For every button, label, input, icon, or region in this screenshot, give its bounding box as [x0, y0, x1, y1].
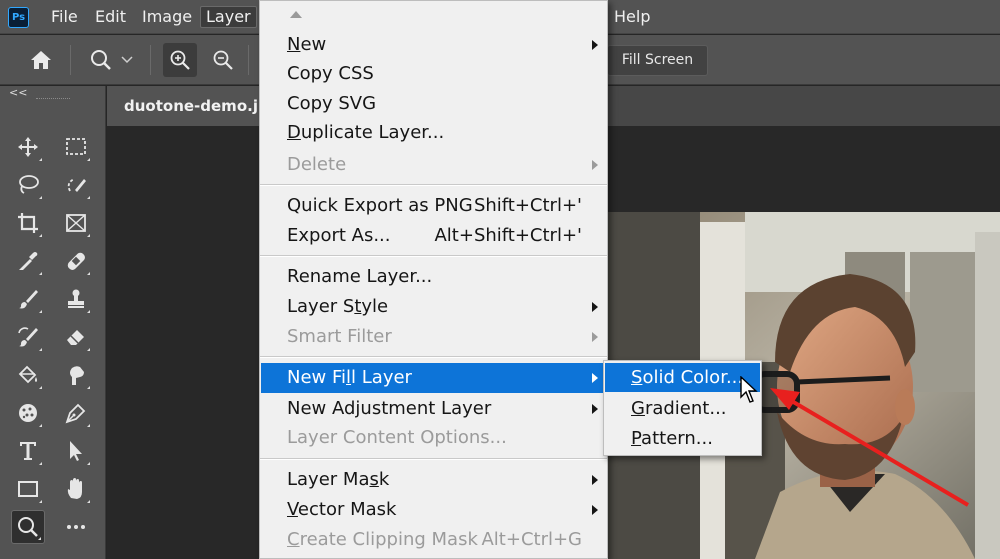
- menu-item-layer-mask[interactable]: Layer Mask: [261, 465, 607, 495]
- menu-item-new-adjustment-layer[interactable]: New Adjustment Layer: [261, 394, 607, 424]
- menu-item-label: Quick Export as PNG: [287, 195, 473, 216]
- menu-item-label: Vector Mask: [287, 499, 397, 520]
- chevron-down-icon[interactable]: [116, 43, 138, 77]
- move-tool-icon[interactable]: [11, 130, 45, 164]
- menu-item-layer-style[interactable]: Layer Style: [261, 292, 607, 322]
- menu-item-label: Layer Mask: [287, 469, 390, 490]
- shortcut-label: Alt+Shift+Ctrl+': [434, 225, 582, 246]
- submenu-item-solid-color[interactable]: Solid Color...: [605, 363, 760, 392]
- zoom-in-icon[interactable]: [163, 43, 197, 77]
- menu-item-label: Delete: [287, 154, 347, 175]
- tools-panel: <<: [0, 86, 106, 559]
- scroll-up-icon[interactable]: [290, 11, 302, 18]
- menu-item-new-fill-layer[interactable]: New Fill Layer: [261, 363, 607, 393]
- submenu-arrow-icon: [592, 160, 598, 170]
- submenu-item-pattern[interactable]: Pattern...: [605, 424, 760, 453]
- object-select-tool-icon[interactable]: [59, 168, 93, 202]
- home-icon[interactable]: [24, 43, 58, 77]
- smudge-tool-icon[interactable]: [59, 358, 93, 392]
- submenu-arrow-icon: [592, 40, 598, 50]
- menu-image[interactable]: Image: [137, 6, 197, 28]
- more-tools-icon[interactable]: [59, 510, 93, 544]
- zoom-tool-icon[interactable]: [11, 510, 45, 544]
- menu-item-duplicate-layer[interactable]: Duplicate Layer...: [261, 118, 607, 148]
- eraser-tool-icon[interactable]: [59, 320, 93, 354]
- menu-item-new[interactable]: New: [261, 30, 607, 60]
- new-fill-layer-submenu: Solid Color... Gradient... Pattern...: [603, 360, 762, 456]
- type-tool-icon[interactable]: [11, 434, 45, 468]
- rectangle-tool-icon[interactable]: [11, 472, 45, 506]
- menu-file[interactable]: File: [46, 6, 83, 28]
- menu-item-label: Export As...: [287, 225, 391, 246]
- history-brush-tool-icon[interactable]: [11, 320, 45, 354]
- layer-menu-dropdown: New Copy CSS Copy SVG Duplicate Layer...…: [259, 0, 608, 559]
- hand-tool-icon[interactable]: [59, 472, 93, 506]
- mouse-cursor-icon: [740, 376, 758, 403]
- clone-stamp-tool-icon[interactable]: [59, 282, 93, 316]
- zoom-out-icon[interactable]: [206, 43, 240, 77]
- menu-item-smart-filter[interactable]: Smart Filter: [261, 322, 607, 352]
- submenu-arrow-icon: [592, 404, 598, 414]
- photoshop-window: Ps File Edit Image Layer Help Fill Scree…: [0, 0, 1000, 559]
- menu-item-rename-layer[interactable]: Rename Layer...: [261, 262, 607, 292]
- submenu-arrow-icon: [592, 475, 598, 485]
- menu-item-copy-svg[interactable]: Copy SVG: [261, 89, 607, 119]
- menu-item-label: Duplicate Layer...: [287, 122, 445, 143]
- brush-tool-icon[interactable]: [11, 282, 45, 316]
- panel-grip[interactable]: [36, 98, 70, 100]
- menu-item-copy-css[interactable]: Copy CSS: [261, 59, 607, 89]
- collapse-panel-button[interactable]: <<: [9, 86, 27, 99]
- healing-brush-tool-icon[interactable]: [59, 244, 93, 278]
- menu-item-label: New: [287, 34, 327, 55]
- menu-edit[interactable]: Edit: [90, 6, 131, 28]
- document-tab[interactable]: duotone-demo.jpg: [107, 86, 262, 126]
- menu-separator: [260, 356, 607, 358]
- submenu-arrow-icon: [592, 332, 598, 342]
- menu-help[interactable]: Help: [609, 6, 655, 28]
- photoshop-logo: Ps: [8, 7, 29, 28]
- menu-item-label: Rename Layer...: [287, 266, 433, 287]
- sponge-tool-icon[interactable]: [11, 396, 45, 430]
- menu-item-layer-content-options[interactable]: Layer Content Options...: [261, 423, 607, 453]
- menu-item-label: New Fill Layer: [287, 367, 412, 388]
- fill-screen-button[interactable]: Fill Screen: [607, 45, 708, 76]
- menu-item-label: New Adjustment Layer: [287, 398, 492, 419]
- submenu-arrow-icon: [592, 505, 598, 515]
- menu-item-label: Copy CSS: [287, 63, 374, 84]
- menu-separator: [260, 458, 607, 460]
- frame-tool-icon[interactable]: [59, 206, 93, 240]
- menu-layer[interactable]: Layer: [200, 6, 257, 28]
- menu-item-label: Layer Style: [287, 296, 389, 317]
- menu-item-delete[interactable]: Delete: [261, 150, 607, 180]
- menu-separator: [260, 184, 607, 186]
- marquee-tool-icon[interactable]: [59, 130, 93, 164]
- paint-bucket-tool-icon[interactable]: [11, 358, 45, 392]
- zoom-icon[interactable]: [84, 43, 118, 77]
- menu-item-create-clipping-mask[interactable]: Create Clipping Mask Alt+Ctrl+G: [261, 525, 607, 555]
- pen-tool-icon[interactable]: [59, 396, 93, 430]
- eyedropper-tool-icon[interactable]: [11, 244, 45, 278]
- menu-item-vector-mask[interactable]: Vector Mask: [261, 495, 607, 525]
- menu-item-label: Layer Content Options...: [287, 427, 507, 448]
- menu-item-export-as[interactable]: Export As... Alt+Shift+Ctrl+': [261, 221, 607, 251]
- submenu-arrow-icon: [592, 302, 598, 312]
- menu-separator: [260, 255, 607, 257]
- lasso-tool-icon[interactable]: [11, 168, 45, 202]
- submenu-arrow-icon: [592, 373, 598, 383]
- path-selection-tool-icon[interactable]: [59, 434, 93, 468]
- submenu-item-gradient[interactable]: Gradient...: [605, 394, 760, 423]
- menu-item-label: Copy SVG: [287, 93, 377, 114]
- shortcut-label: Shift+Ctrl+': [473, 195, 582, 216]
- shortcut-label: Alt+Ctrl+G: [481, 529, 582, 550]
- menu-item-quick-export-png[interactable]: Quick Export as PNG Shift+Ctrl+': [261, 191, 607, 221]
- menu-item-label: Smart Filter: [287, 326, 392, 347]
- menu-item-label: Create Clipping Mask: [287, 529, 478, 550]
- crop-tool-icon[interactable]: [11, 206, 45, 240]
